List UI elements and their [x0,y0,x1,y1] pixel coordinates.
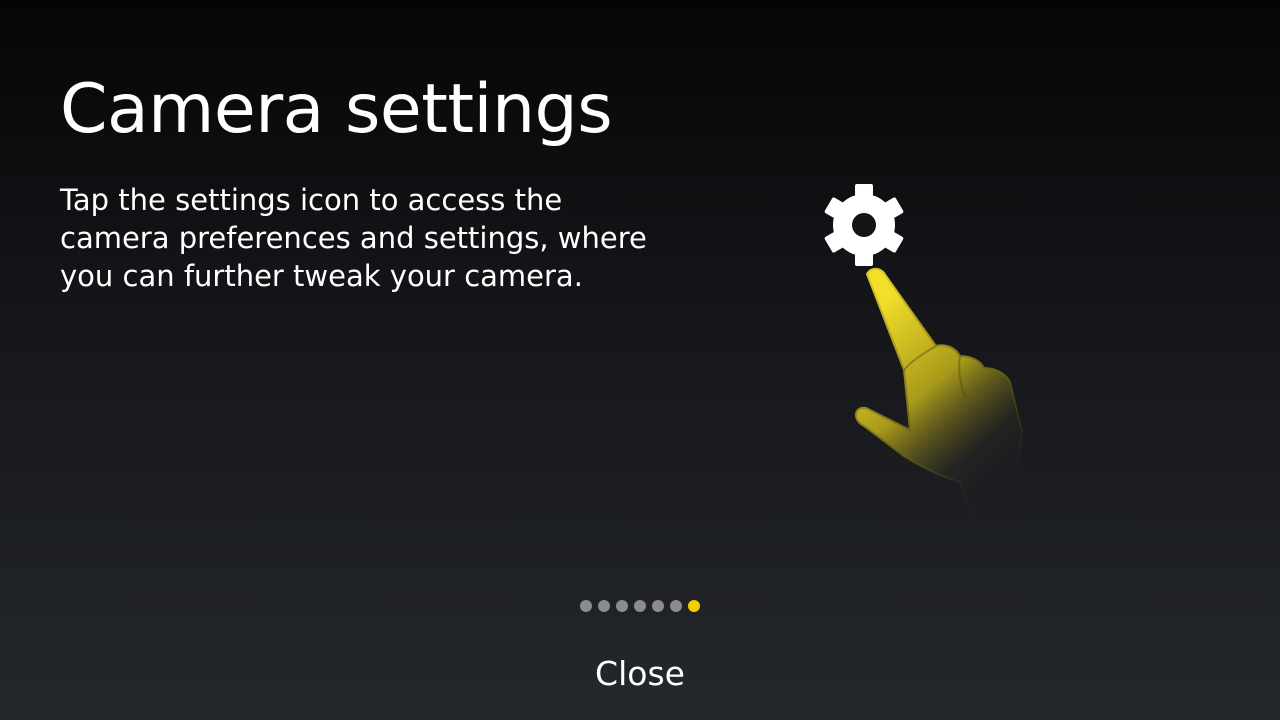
page-dot-3[interactable] [616,600,628,612]
pointing-hand-icon [855,268,1046,528]
page-dot-6[interactable] [670,600,682,612]
close-button[interactable]: Close [540,646,740,702]
page-dot-1[interactable] [580,600,592,612]
page-dot-2[interactable] [598,600,610,612]
page-dot-5[interactable] [652,600,664,612]
tutorial-illustration [800,170,1060,540]
page-description: Tap the settings icon to access the came… [60,183,647,293]
page-indicator [0,600,1280,614]
page-title: Camera settings [60,70,613,149]
gear-icon [824,184,904,266]
page-dot-4[interactable] [634,600,646,612]
page-dot-7-current[interactable] [688,600,700,612]
